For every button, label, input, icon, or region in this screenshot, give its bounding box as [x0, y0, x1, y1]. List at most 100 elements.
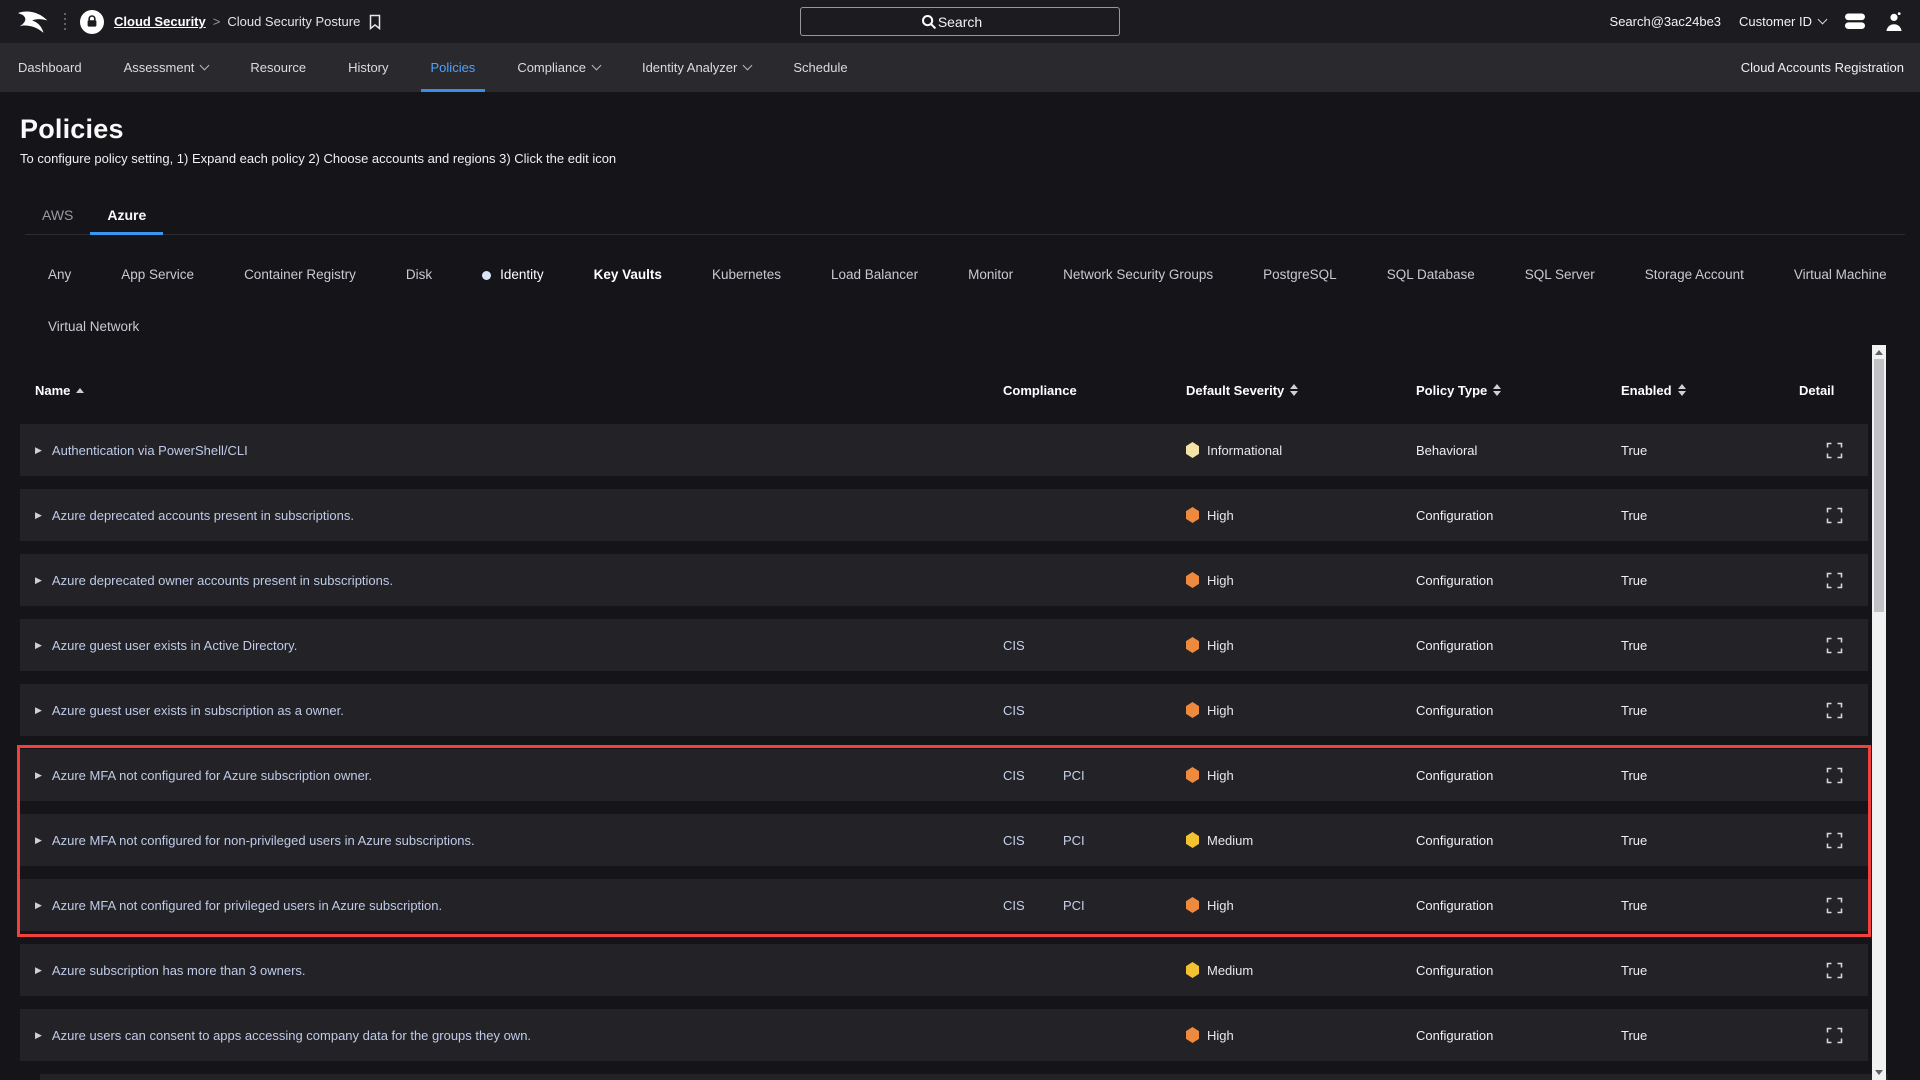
user-profile-icon[interactable]: [1884, 12, 1904, 32]
filter-chip[interactable]: Monitor: [968, 264, 1013, 286]
column-header-name[interactable]: Name: [20, 383, 1003, 398]
filter-chip[interactable]: Load Balancer: [831, 264, 918, 286]
severity-label: High: [1207, 638, 1234, 653]
expand-caret-icon[interactable]: ▶: [35, 575, 42, 586]
table-row[interactable]: ▶ Azure subscription has more than 3 own…: [20, 944, 1868, 996]
compliance-tag[interactable]: CIS: [1003, 898, 1063, 913]
policy-name-link[interactable]: Azure MFA not configured for non-privile…: [52, 833, 475, 848]
detail-expand-icon[interactable]: [1826, 637, 1843, 654]
nav-assessment[interactable]: Assessment: [122, 43, 211, 92]
compliance-tag[interactable]: [1063, 638, 1123, 653]
detail-expand-icon[interactable]: [1826, 767, 1843, 784]
filter-chip[interactable]: Network Security Groups: [1063, 264, 1213, 286]
expand-caret-icon[interactable]: ▶: [35, 445, 42, 456]
column-header-enabled[interactable]: Enabled: [1621, 383, 1790, 398]
expand-caret-icon[interactable]: ▶: [35, 1030, 42, 1041]
nav-identity-analyzer[interactable]: Identity Analyzer: [640, 43, 753, 92]
severity-label: High: [1207, 703, 1234, 718]
filter-chip[interactable]: SQL Database: [1387, 264, 1475, 286]
policy-type-value: Configuration: [1416, 508, 1621, 523]
tab-azure[interactable]: Azure: [90, 206, 163, 234]
detail-expand-icon[interactable]: [1826, 1027, 1843, 1044]
nav-dashboard[interactable]: Dashboard: [16, 43, 84, 92]
table-row[interactable]: ▶ Authentication via PowerShell/CLI Info…: [20, 424, 1868, 476]
compliance-tag[interactable]: CIS: [1003, 703, 1063, 718]
vertical-scrollbar[interactable]: [1872, 345, 1886, 1080]
policy-name-link[interactable]: Authentication via PowerShell/CLI: [52, 443, 248, 458]
compliance-tag[interactable]: CIS: [1003, 638, 1063, 653]
scroll-down-icon[interactable]: [1875, 1070, 1883, 1075]
expand-caret-icon[interactable]: ▶: [35, 705, 42, 716]
tab-aws[interactable]: AWS: [25, 206, 90, 234]
policy-name-link[interactable]: Azure deprecated accounts present in sub…: [52, 508, 354, 523]
expand-caret-icon[interactable]: ▶: [35, 640, 42, 651]
expand-caret-icon[interactable]: ▶: [35, 835, 42, 846]
compliance-tag[interactable]: PCI: [1063, 898, 1123, 913]
compliance-tag[interactable]: PCI: [1063, 833, 1123, 848]
nav-resource[interactable]: Resource: [248, 43, 308, 92]
table-row[interactable]: ▶ Azure guest user exists in Active Dire…: [20, 619, 1868, 671]
table-row[interactable]: ▶ Azure deprecated accounts present in s…: [20, 489, 1868, 541]
table-row[interactable]: ▶ Azure users can consent to apps access…: [20, 1009, 1868, 1061]
policy-name-link[interactable]: Azure subscription has more than 3 owner…: [52, 963, 306, 978]
column-header-default-severity[interactable]: Default Severity: [1186, 383, 1416, 398]
compliance-tag[interactable]: [1063, 703, 1123, 718]
global-search[interactable]: [800, 7, 1120, 36]
detail-expand-icon[interactable]: [1826, 507, 1843, 524]
detail-expand-icon[interactable]: [1826, 897, 1843, 914]
policy-name-link[interactable]: Azure users can consent to apps accessin…: [52, 1028, 531, 1043]
compliance-tag[interactable]: CIS: [1003, 833, 1063, 848]
table-row[interactable]: ▶ Azure MFA not configured for non-privi…: [20, 814, 1868, 866]
expand-caret-icon[interactable]: ▶: [35, 900, 42, 911]
nav-label: Policies: [431, 60, 476, 75]
policy-name-link[interactable]: Azure MFA not configured for Azure subsc…: [52, 768, 372, 783]
expand-caret-icon[interactable]: ▶: [35, 965, 42, 976]
scrollbar-thumb[interactable]: [1874, 359, 1884, 612]
detail-expand-icon[interactable]: [1826, 832, 1843, 849]
filter-chip[interactable]: PostgreSQL: [1263, 264, 1337, 286]
bookmark-icon[interactable]: [369, 14, 381, 30]
messages-icon[interactable]: [1844, 12, 1866, 31]
expand-caret-icon[interactable]: ▶: [35, 510, 42, 521]
cloud-accounts-registration-link[interactable]: Cloud Accounts Registration: [1741, 43, 1904, 92]
filter-chip[interactable]: Disk: [406, 264, 432, 286]
filter-chip[interactable]: Identity: [482, 264, 544, 286]
detail-expand-icon[interactable]: [1826, 442, 1843, 459]
detail-expand-icon[interactable]: [1826, 702, 1843, 719]
policy-name-link[interactable]: Azure MFA not configured for privileged …: [52, 898, 442, 913]
customer-id-menu[interactable]: Customer ID: [1739, 14, 1826, 29]
filter-chip[interactable]: Kubernetes: [712, 264, 781, 286]
filter-chip[interactable]: Key Vaults: [594, 264, 662, 286]
search-input[interactable]: [801, 8, 1119, 35]
compliance-tag[interactable]: CIS: [1003, 768, 1063, 783]
compliance-tag[interactable]: PCI: [1063, 768, 1123, 783]
nav-policies[interactable]: Policies: [429, 43, 478, 92]
nav-compliance[interactable]: Compliance: [515, 43, 602, 92]
nav-schedule[interactable]: Schedule: [791, 43, 849, 92]
detail-expand-icon[interactable]: [1826, 962, 1843, 979]
filter-chip[interactable]: App Service: [121, 264, 194, 286]
filter-chip[interactable]: Container Registry: [244, 264, 356, 286]
filter-chip[interactable]: Virtual Machine: [1794, 264, 1887, 286]
breadcrumb-separator: >: [213, 14, 221, 29]
policy-type-value: Configuration: [1416, 898, 1621, 913]
table-row[interactable]: ▶ Azure deprecated owner accounts presen…: [20, 554, 1868, 606]
nav-history[interactable]: History: [346, 43, 390, 92]
expand-caret-icon[interactable]: ▶: [35, 770, 42, 781]
policy-name-link[interactable]: Azure guest user exists in subscription …: [52, 703, 344, 718]
policy-name-link[interactable]: Azure guest user exists in Active Direct…: [52, 638, 297, 653]
severity-hexagon-icon: [1186, 832, 1199, 848]
breadcrumb-root-link[interactable]: Cloud Security: [114, 14, 206, 29]
filter-chip[interactable]: Virtual Network: [48, 316, 139, 338]
policy-name-link[interactable]: Azure deprecated owner accounts present …: [52, 573, 393, 588]
detail-expand-icon[interactable]: [1826, 572, 1843, 589]
table-row[interactable]: ▶ Azure MFA not configured for privilege…: [20, 879, 1868, 931]
filter-chip[interactable]: Any: [48, 264, 71, 286]
column-header-compliance[interactable]: Compliance: [1003, 383, 1186, 398]
table-row[interactable]: ▶ Azure guest user exists in subscriptio…: [20, 684, 1868, 736]
filter-chip[interactable]: SQL Server: [1525, 264, 1595, 286]
table-row[interactable]: ▶ Azure MFA not configured for Azure sub…: [20, 749, 1868, 801]
filter-chip[interactable]: Storage Account: [1645, 264, 1744, 286]
column-header-policy-type[interactable]: Policy Type: [1416, 383, 1621, 398]
scroll-up-icon[interactable]: [1875, 350, 1883, 355]
